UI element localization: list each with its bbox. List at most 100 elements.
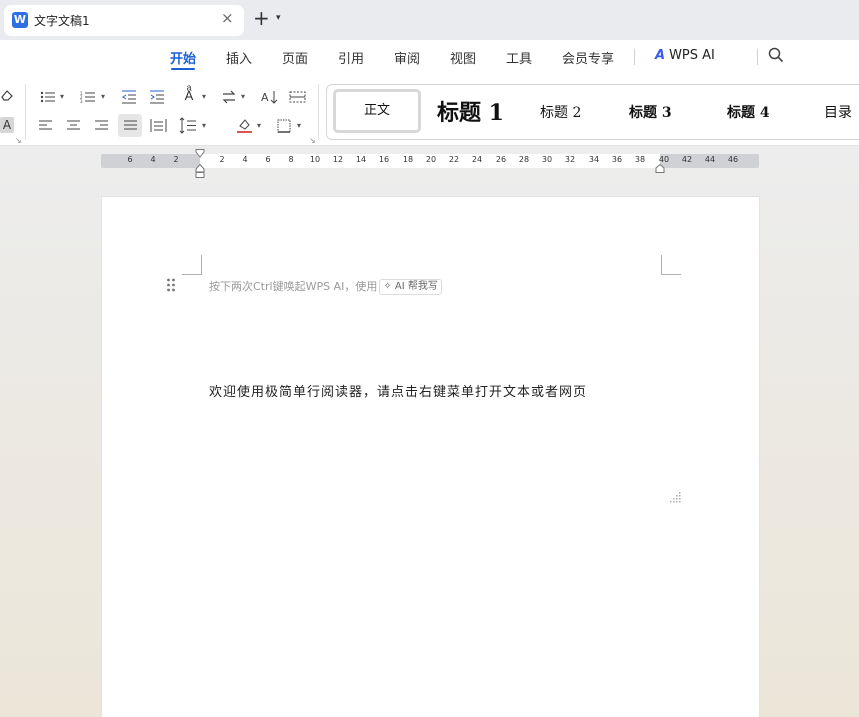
menu-member[interactable]: 会员专享 [562, 48, 614, 67]
bullet-list-dropdown-icon[interactable]: ▾ [60, 87, 64, 107]
style-heading-3[interactable]: 标题 3 [629, 102, 672, 122]
align-right-icon[interactable] [94, 119, 109, 133]
font-dialog-launcher-icon[interactable]: ↘ [15, 136, 22, 145]
show-hide-marks-icon[interactable] [289, 90, 306, 104]
ruler-tick-label: 20 [425, 155, 437, 164]
menu-divider [634, 49, 635, 65]
decrease-indent-icon[interactable] [121, 90, 137, 104]
text-direction-dropdown-icon[interactable]: ▾ [241, 87, 245, 107]
ruler-tick-label: 44 [704, 155, 716, 164]
ruler-tick-label: 4 [242, 155, 248, 164]
wps-writer-icon: W [12, 12, 28, 28]
ruler-tick-label: 10 [309, 155, 321, 164]
menu-bar: 开始 插入 页面 引用 审阅 视图 工具 会员专享 A WPS AI [0, 40, 859, 76]
ruler-tick-label: 4 [150, 155, 156, 164]
wps-ai-icon: A [655, 48, 666, 63]
wps-ai-button[interactable]: A WPS AI [655, 48, 715, 63]
svg-text:A: A [261, 91, 269, 104]
align-center-icon[interactable] [66, 119, 81, 133]
style-toc[interactable]: 目录 [824, 102, 852, 122]
ruler-tick-label: 22 [448, 155, 460, 164]
style-heading-2[interactable]: 标题 2 [540, 102, 581, 122]
character-shading-button[interactable]: A [0, 117, 14, 133]
ruler-tick-label: 32 [564, 155, 576, 164]
margin-corner-mark [182, 255, 202, 275]
ruler-tick-label: 8 [288, 155, 294, 164]
chinese-layout-icon[interactable]: Aͣ [179, 87, 199, 107]
line-spacing-icon[interactable] [179, 117, 197, 134]
ruler-tick-label: 46 [727, 155, 739, 164]
resize-grip-icon[interactable] [670, 491, 682, 503]
menu-review[interactable]: 审阅 [394, 48, 420, 67]
menu-home[interactable]: 开始 [170, 48, 196, 67]
menu-page[interactable]: 页面 [282, 48, 308, 67]
menu-insert[interactable]: 插入 [226, 48, 252, 67]
text-direction-icon[interactable] [221, 90, 237, 104]
style-heading-4[interactable]: 标题 4 [727, 102, 770, 122]
first-line-indent-marker[interactable] [195, 149, 205, 158]
menu-tools[interactable]: 工具 [506, 48, 532, 67]
document-page[interactable]: 按下两次Ctrl键唤起WPS AI，使用 ✧ AI 帮我写 欢迎使用极简单行阅读器… [101, 196, 760, 717]
ruler-tick-label: 36 [611, 155, 623, 164]
line-spacing-dropdown-icon[interactable]: ▾ [202, 116, 206, 136]
document-tab[interactable]: W 文字文稿1 × [4, 5, 244, 36]
ruler-tick-label: 34 [588, 155, 600, 164]
ruler-tick-label: 6 [265, 155, 271, 164]
styles-gallery: 正文 标题 1 标题 2 标题 3 标题 4 目录 [326, 84, 859, 140]
ribbon-divider [318, 84, 319, 140]
ruler-tick-label: 12 [332, 155, 344, 164]
right-indent-marker[interactable] [655, 164, 665, 173]
borders-dropdown-icon[interactable]: ▾ [297, 116, 301, 136]
ruler-tick-label: 40 [658, 155, 670, 164]
ruler-tick-label: 6 [127, 155, 133, 164]
ruler-tick-label: 16 [378, 155, 390, 164]
ruler-tick-label: 18 [402, 155, 414, 164]
ruler-tick-label: 42 [681, 155, 693, 164]
ai-hint-line: 按下两次Ctrl键唤起WPS AI，使用 ✧ AI 帮我写 [209, 278, 442, 295]
ruler-tick-label: 26 [495, 155, 507, 164]
bullet-list-icon[interactable] [40, 90, 56, 104]
menu-view[interactable]: 视图 [450, 48, 476, 67]
increase-indent-icon[interactable] [149, 90, 165, 104]
new-tab-dropdown-icon[interactable]: ▾ [276, 13, 281, 23]
ruler-tick-label: 38 [634, 155, 646, 164]
ruler-tick-label: 2 [219, 155, 225, 164]
paragraph-drag-handle-icon[interactable] [166, 277, 176, 293]
ruler-tick-label: 28 [518, 155, 530, 164]
ruler-tick-label: 14 [355, 155, 367, 164]
shading-icon[interactable] [236, 117, 253, 134]
left-indent-marker[interactable] [195, 164, 205, 178]
ruler-tick-label: 2 [173, 155, 179, 164]
style-normal[interactable]: 正文 [333, 89, 421, 133]
new-tab-button[interactable]: + [253, 8, 270, 28]
distributed-align-icon[interactable] [150, 118, 167, 133]
active-menu-indicator [171, 68, 195, 70]
ai-write-chip[interactable]: ✧ AI 帮我写 [379, 279, 442, 295]
align-justify-button[interactable] [118, 114, 142, 137]
ribbon-divider [25, 84, 26, 140]
document-body-text[interactable]: 欢迎使用极简单行阅读器，请点击右键菜单打开文本或者网页 [209, 381, 587, 400]
align-left-icon[interactable] [38, 119, 53, 133]
style-heading-1[interactable]: 标题 1 [437, 95, 504, 127]
numbered-list-icon[interactable]: 123 [80, 90, 96, 104]
ai-write-chip-label: AI 帮我写 [394, 281, 438, 292]
sort-icon[interactable]: A [261, 89, 279, 105]
sparkle-icon: ✧ [383, 281, 395, 292]
ribbon-toolbar: A ↘ ▾ 123 ▾ Aͣ ▾ ▾ A ▾ ▾ ▾ ↘ 正文 标题 1 标题 … [0, 76, 859, 146]
eraser-icon[interactable] [0, 88, 14, 102]
align-justify-icon [124, 120, 137, 130]
search-icon[interactable] [767, 46, 785, 64]
shading-dropdown-icon[interactable]: ▾ [257, 116, 261, 136]
chinese-layout-dropdown-icon[interactable]: ▾ [202, 87, 206, 107]
ruler-tick-label: 24 [471, 155, 483, 164]
margin-corner-mark [661, 255, 681, 275]
close-tab-icon[interactable]: × [221, 9, 234, 27]
numbered-list-dropdown-icon[interactable]: ▾ [101, 87, 105, 107]
ruler-tick-label: 30 [541, 155, 553, 164]
ai-hint-text: 按下两次Ctrl键唤起WPS AI，使用 [209, 280, 378, 293]
document-tab-title: 文字文稿1 [34, 14, 90, 28]
borders-icon[interactable] [277, 119, 291, 133]
menu-references[interactable]: 引用 [338, 48, 364, 67]
paragraph-dialog-launcher-icon[interactable]: ↘ [309, 136, 316, 145]
menu-divider [757, 49, 758, 65]
